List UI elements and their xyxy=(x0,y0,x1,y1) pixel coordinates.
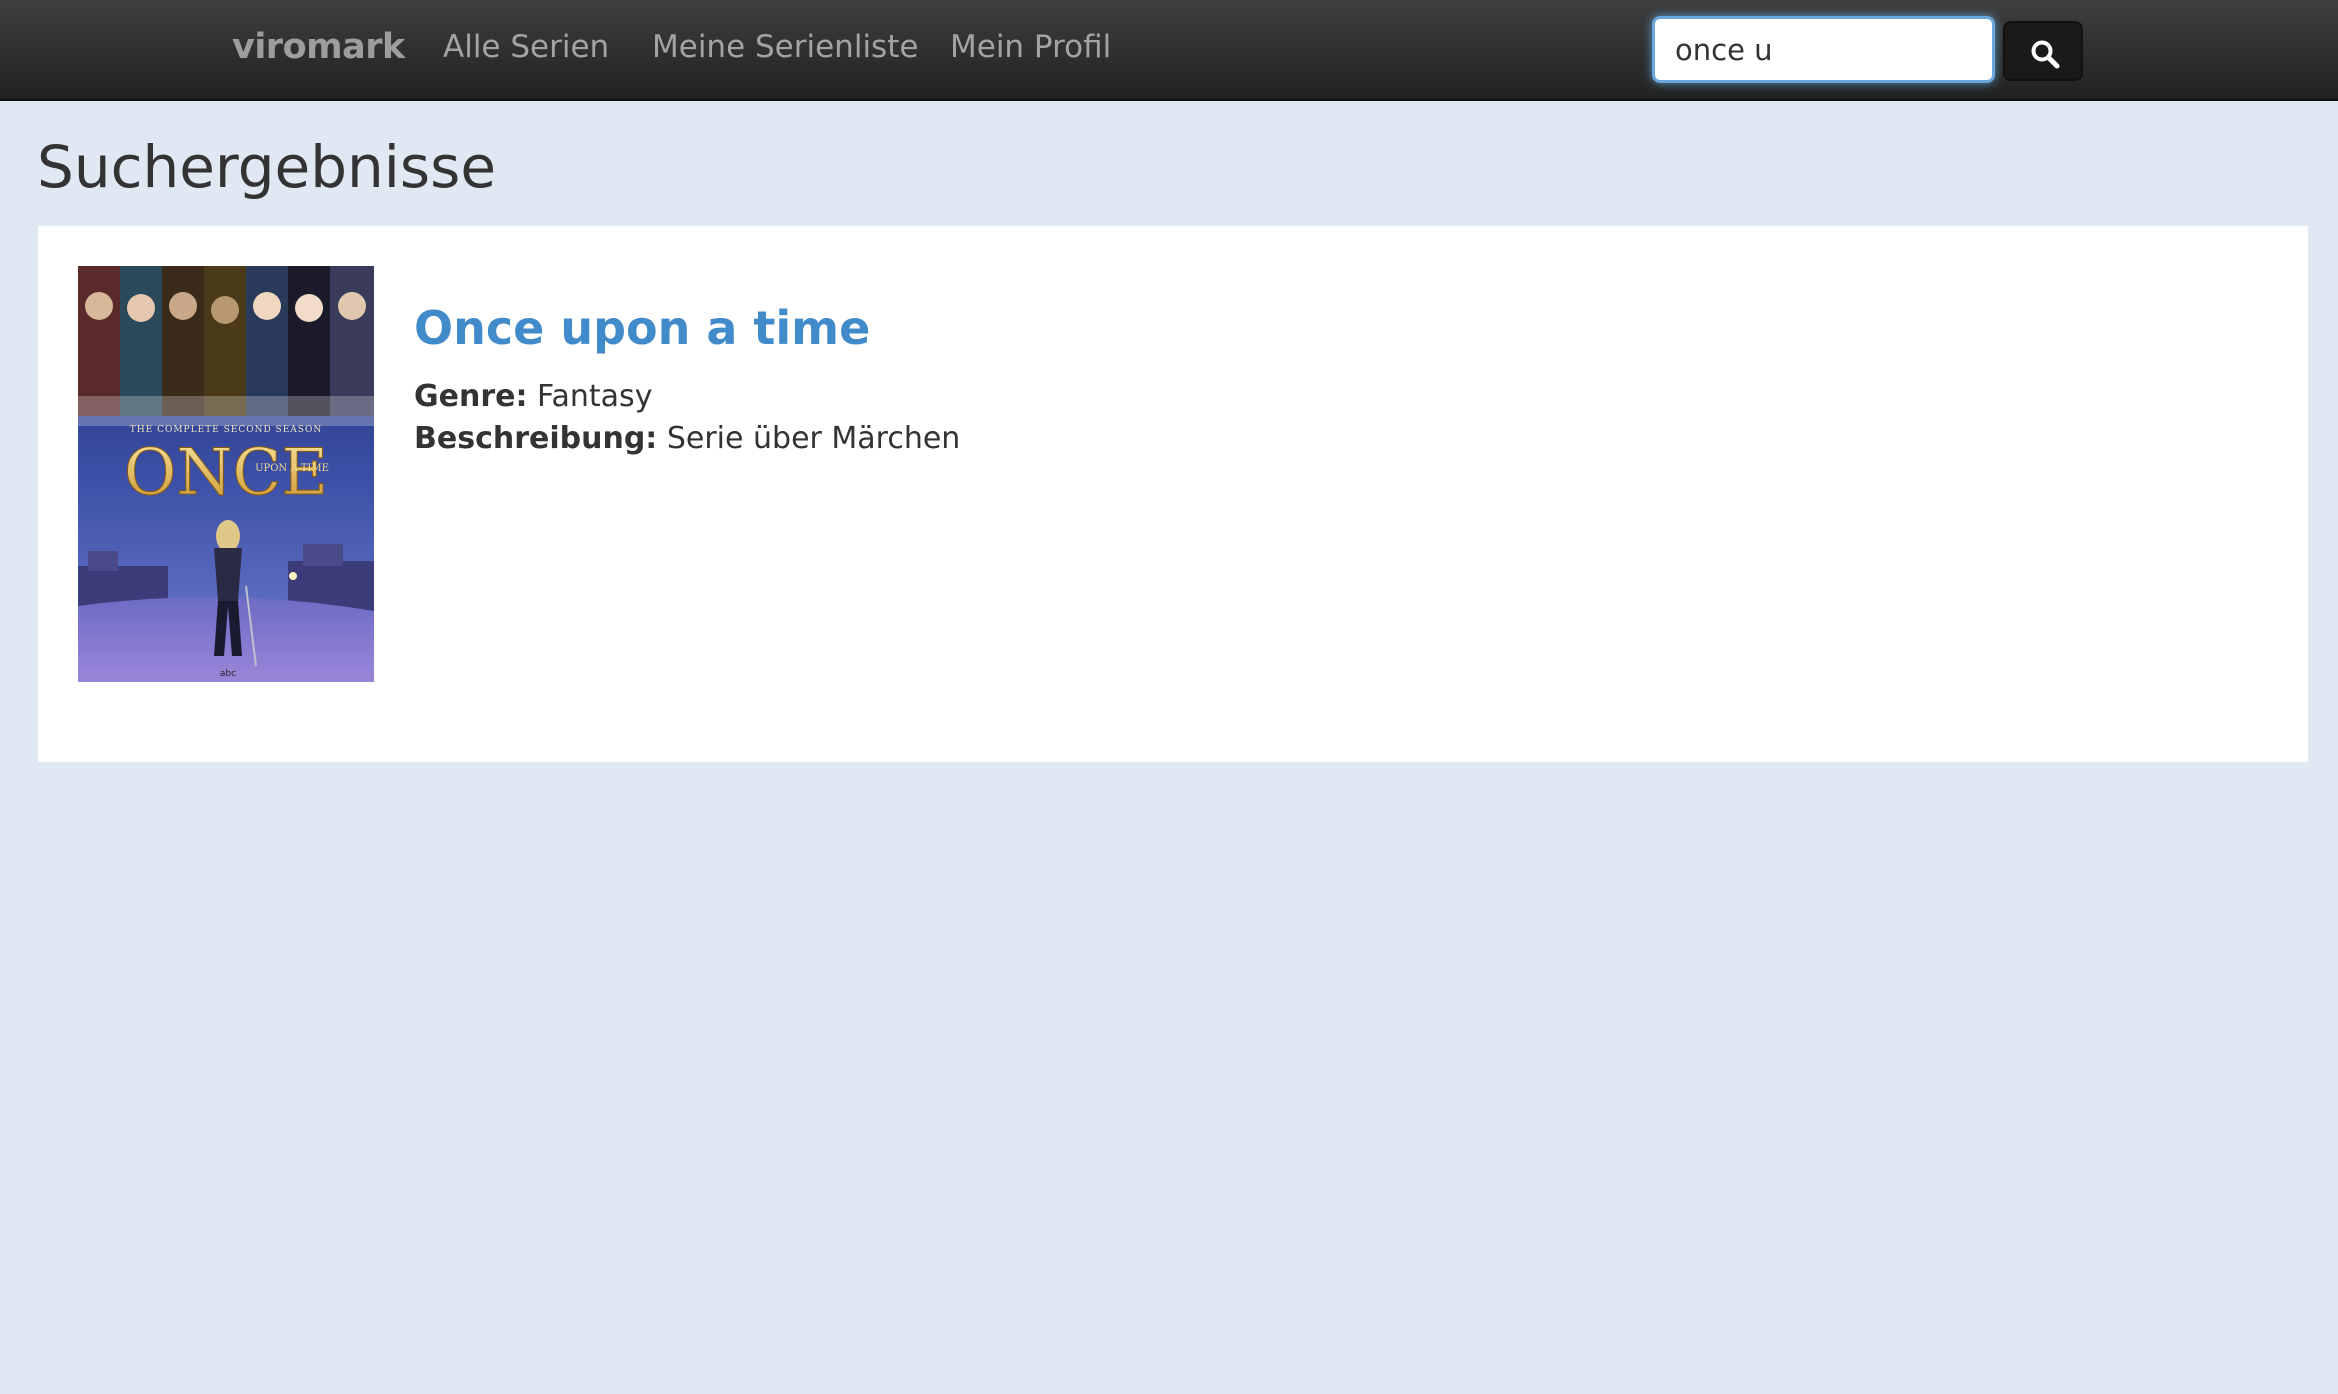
top-navbar: viromark Alle Serien Meine Serienliste M… xyxy=(0,0,2338,101)
poster-logo-sub: UPON A TIME xyxy=(255,463,329,474)
result-description: Beschreibung: Serie über Märchen xyxy=(414,421,960,456)
genre-value: Fantasy xyxy=(537,379,653,414)
poster-artwork: THE COMPLETE SECOND SEASON ONCE UPON A T… xyxy=(78,266,374,682)
search-input[interactable] xyxy=(1652,16,1995,83)
nav-link-mein-profil[interactable]: Mein Profil xyxy=(950,29,1111,65)
series-poster[interactable]: THE COMPLETE SECOND SEASON ONCE UPON A T… xyxy=(78,266,374,682)
result-genre: Genre: Fantasy xyxy=(414,379,652,414)
result-title-link[interactable]: Once upon a time xyxy=(414,301,870,355)
search-button[interactable] xyxy=(2003,21,2083,81)
nav-link-meine-serienliste[interactable]: Meine Serienliste xyxy=(652,29,918,65)
brand-link[interactable]: viromark xyxy=(232,27,405,67)
genre-label: Genre: xyxy=(414,379,528,414)
search-icon xyxy=(2031,40,2060,69)
poster-network: abc xyxy=(220,669,236,679)
description-label: Beschreibung: xyxy=(414,421,658,456)
description-value: Serie über Märchen xyxy=(666,421,961,456)
nav-link-alle-serien[interactable]: Alle Serien xyxy=(443,29,609,65)
poster-tagline: THE COMPLETE SECOND SEASON xyxy=(130,425,322,435)
page-title: Suchergebnisse xyxy=(37,133,497,201)
search-result-card: THE COMPLETE SECOND SEASON ONCE UPON A T… xyxy=(38,226,2308,762)
